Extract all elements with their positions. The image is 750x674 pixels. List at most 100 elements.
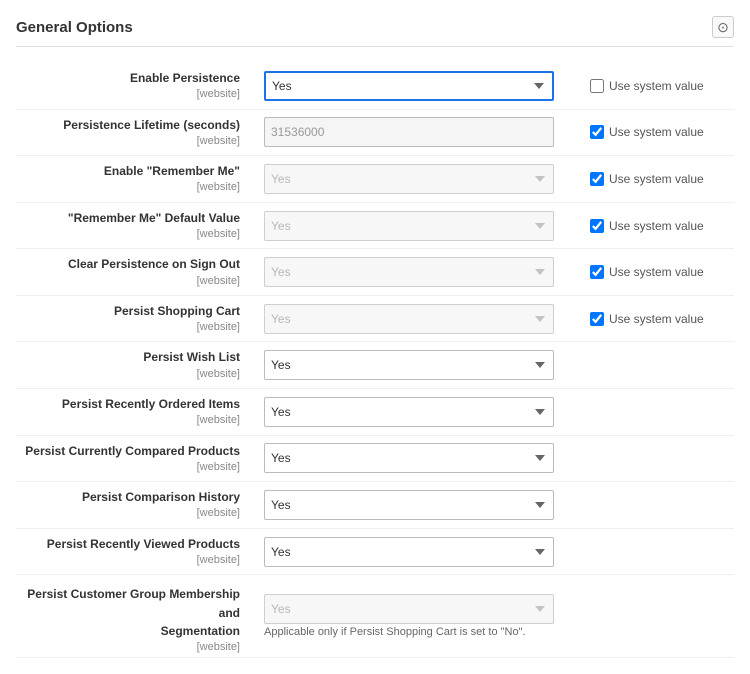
- field-cell-persist-customer-group: YesNo Applicable only if Persist Shopping…: [256, 590, 574, 642]
- select-enable-persistence[interactable]: YesNo: [264, 71, 554, 101]
- select-persist-customer-group: YesNo: [264, 594, 554, 624]
- label-cell-persist-currently-compared: Persist Currently Compared Products [webs…: [16, 436, 256, 482]
- collapse-button[interactable]: ⊙: [712, 16, 734, 38]
- extra-cell-remember-me-default: Use system value: [574, 219, 734, 233]
- field-cell-persistence-lifetime: [256, 113, 574, 151]
- form-row-enable-remember-me: Enable "Remember Me"[website] YesNo Use sy…: [16, 156, 734, 203]
- field-sublabel-enable-remember-me: [website]: [16, 180, 240, 195]
- select-persist-wish-list[interactable]: YesNo: [264, 350, 554, 380]
- field-sublabel-persist-customer-group: [website]: [16, 640, 240, 655]
- select-persist-comparison-history[interactable]: YesNo: [264, 490, 554, 520]
- select-persist-recently-viewed[interactable]: YesNo: [264, 537, 554, 567]
- system-value-wrapper-clear-persistence-sign-out: Use system value: [590, 265, 704, 279]
- select-enable-remember-me: YesNo: [264, 164, 554, 194]
- field-sublabel-clear-persistence-sign-out: [website]: [16, 274, 240, 289]
- system-value-wrapper-enable-persistence: Use system value: [590, 79, 704, 93]
- form-row-clear-persistence-sign-out: Clear Persistence on Sign Out [website] Ye…: [16, 249, 734, 296]
- extra-cell-persist-shopping-cart: Use system value: [574, 312, 734, 326]
- field-label-persistence-lifetime: Persistence Lifetime (seconds): [63, 118, 240, 132]
- label-cell-enable-persistence: Enable Persistence [website]: [16, 63, 256, 109]
- label-cell-persist-customer-group: Persist Customer Group Membership andSeg…: [16, 575, 256, 657]
- label-cell-persist-comparison-history: Persist Comparison History [website]: [16, 482, 256, 528]
- field-label-persist-recently-viewed: Persist Recently Viewed Products: [47, 537, 240, 551]
- field-label-persist-customer-group: Persist Customer Group Membership andSeg…: [27, 587, 240, 637]
- form-row-persist-shopping-cart: Persist Shopping Cart [website] YesNo Use s…: [16, 296, 734, 343]
- field-cell-persist-recently-viewed: YesNo: [256, 533, 574, 571]
- system-value-label-enable-remember-me: Use system value: [609, 172, 704, 186]
- field-sublabel-remember-me-default: [website]: [16, 227, 240, 242]
- form-row-persist-recently-viewed: Persist Recently Viewed Products [website…: [16, 529, 734, 576]
- field-sublabel-persist-currently-compared: [website]: [16, 460, 240, 475]
- system-value-wrapper-persistence-lifetime: Use system value: [590, 125, 704, 139]
- system-value-label-persistence-lifetime: Use system value: [609, 125, 704, 139]
- field-label-persist-recently-ordered: Persist Recently Ordered Items: [62, 397, 240, 411]
- system-value-wrapper-remember-me-default: Use system value: [590, 219, 704, 233]
- label-cell-persist-recently-ordered: Persist Recently Ordered Items [website]: [16, 389, 256, 435]
- form-row-persist-comparison-history: Persist Comparison History [website] YesNo: [16, 482, 734, 529]
- system-value-label-clear-persistence-sign-out: Use system value: [609, 265, 704, 279]
- form-row-enable-persistence: Enable Persistence [website] YesNo Use syst…: [16, 63, 734, 110]
- field-label-persist-wish-list: Persist Wish List: [143, 350, 240, 364]
- field-cell-remember-me-default: YesNo: [256, 207, 574, 245]
- field-cell-persist-recently-ordered: YesNo: [256, 393, 574, 431]
- form-container: Enable Persistence [website] YesNo Use syst…: [16, 63, 734, 658]
- system-value-wrapper-enable-remember-me: Use system value: [590, 172, 704, 186]
- form-row-remember-me-default: "Remember Me" Default Value [website] YesN…: [16, 203, 734, 250]
- field-sublabel-persist-recently-ordered: [website]: [16, 413, 240, 428]
- system-value-label-persist-shopping-cart: Use system value: [609, 312, 704, 326]
- label-cell-persist-wish-list: Persist Wish List [website]: [16, 342, 256, 388]
- select-persist-currently-compared[interactable]: YesNo: [264, 443, 554, 473]
- form-row-persist-currently-compared: Persist Currently Compared Products [webs…: [16, 436, 734, 483]
- field-cell-persist-currently-compared: YesNo: [256, 439, 574, 477]
- form-row-persist-customer-group: Persist Customer Group Membership andSeg…: [16, 575, 734, 658]
- extra-cell-persistence-lifetime: Use system value: [574, 125, 734, 139]
- field-sublabel-persist-comparison-history: [website]: [16, 506, 240, 521]
- system-value-label-remember-me-default: Use system value: [609, 219, 704, 233]
- field-label-remember-me-default: "Remember Me" Default Value: [68, 211, 240, 225]
- system-value-checkbox-enable-persistence[interactable]: [590, 79, 604, 93]
- system-value-checkbox-remember-me-default[interactable]: [590, 219, 604, 233]
- field-sublabel-persist-recently-viewed: [website]: [16, 553, 240, 568]
- extra-cell-enable-persistence: Use system value: [574, 79, 734, 93]
- select-persist-shopping-cart: YesNo: [264, 304, 554, 334]
- field-label-enable-persistence: Enable Persistence: [130, 71, 240, 85]
- extra-cell-clear-persistence-sign-out: Use system value: [574, 265, 734, 279]
- page-title: General Options: [16, 19, 133, 36]
- field-sublabel-enable-persistence: [website]: [16, 87, 240, 102]
- label-cell-enable-remember-me: Enable "Remember Me"[website]: [16, 156, 256, 202]
- note-persist-customer-group: Applicable only if Persist Shopping Cart…: [264, 626, 566, 638]
- system-value-checkbox-clear-persistence-sign-out[interactable]: [590, 265, 604, 279]
- section-header: General Options ⊙: [16, 16, 734, 47]
- label-cell-persistence-lifetime: Persistence Lifetime (seconds) [website]: [16, 110, 256, 156]
- field-cell-persist-shopping-cart: YesNo: [256, 300, 574, 338]
- system-value-wrapper-persist-shopping-cart: Use system value: [590, 312, 704, 326]
- form-row-persistence-lifetime: Persistence Lifetime (seconds) [website] U…: [16, 110, 734, 157]
- field-sublabel-persistence-lifetime: [website]: [16, 134, 240, 149]
- field-cell-persist-wish-list: YesNo: [256, 346, 574, 384]
- form-row-persist-wish-list: Persist Wish List [website] YesNo: [16, 342, 734, 389]
- system-value-label-enable-persistence: Use system value: [609, 79, 704, 93]
- form-row-persist-recently-ordered: Persist Recently Ordered Items [website] Y…: [16, 389, 734, 436]
- system-value-checkbox-enable-remember-me[interactable]: [590, 172, 604, 186]
- label-cell-remember-me-default: "Remember Me" Default Value [website]: [16, 203, 256, 249]
- system-value-checkbox-persist-shopping-cart[interactable]: [590, 312, 604, 326]
- system-value-checkbox-persistence-lifetime[interactable]: [590, 125, 604, 139]
- field-label-persist-comparison-history: Persist Comparison History: [82, 490, 240, 504]
- field-cell-enable-persistence: YesNo: [256, 67, 574, 105]
- field-cell-clear-persistence-sign-out: YesNo: [256, 253, 574, 291]
- field-label-clear-persistence-sign-out: Clear Persistence on Sign Out: [68, 257, 240, 271]
- field-label-persist-shopping-cart: Persist Shopping Cart: [114, 304, 240, 318]
- label-cell-persist-recently-viewed: Persist Recently Viewed Products [website…: [16, 529, 256, 575]
- label-cell-clear-persistence-sign-out: Clear Persistence on Sign Out [website]: [16, 249, 256, 295]
- label-cell-persist-shopping-cart: Persist Shopping Cart [website]: [16, 296, 256, 342]
- field-sublabel-persist-wish-list: [website]: [16, 367, 240, 382]
- select-clear-persistence-sign-out: YesNo: [264, 257, 554, 287]
- field-cell-persist-comparison-history: YesNo: [256, 486, 574, 524]
- select-remember-me-default: YesNo: [264, 211, 554, 241]
- select-persist-recently-ordered[interactable]: YesNo: [264, 397, 554, 427]
- field-sublabel-persist-shopping-cart: [website]: [16, 320, 240, 335]
- extra-cell-enable-remember-me: Use system value: [574, 172, 734, 186]
- input-persistence-lifetime: [264, 117, 554, 147]
- field-label-persist-currently-compared: Persist Currently Compared Products: [25, 444, 240, 458]
- field-cell-enable-remember-me: YesNo: [256, 160, 574, 198]
